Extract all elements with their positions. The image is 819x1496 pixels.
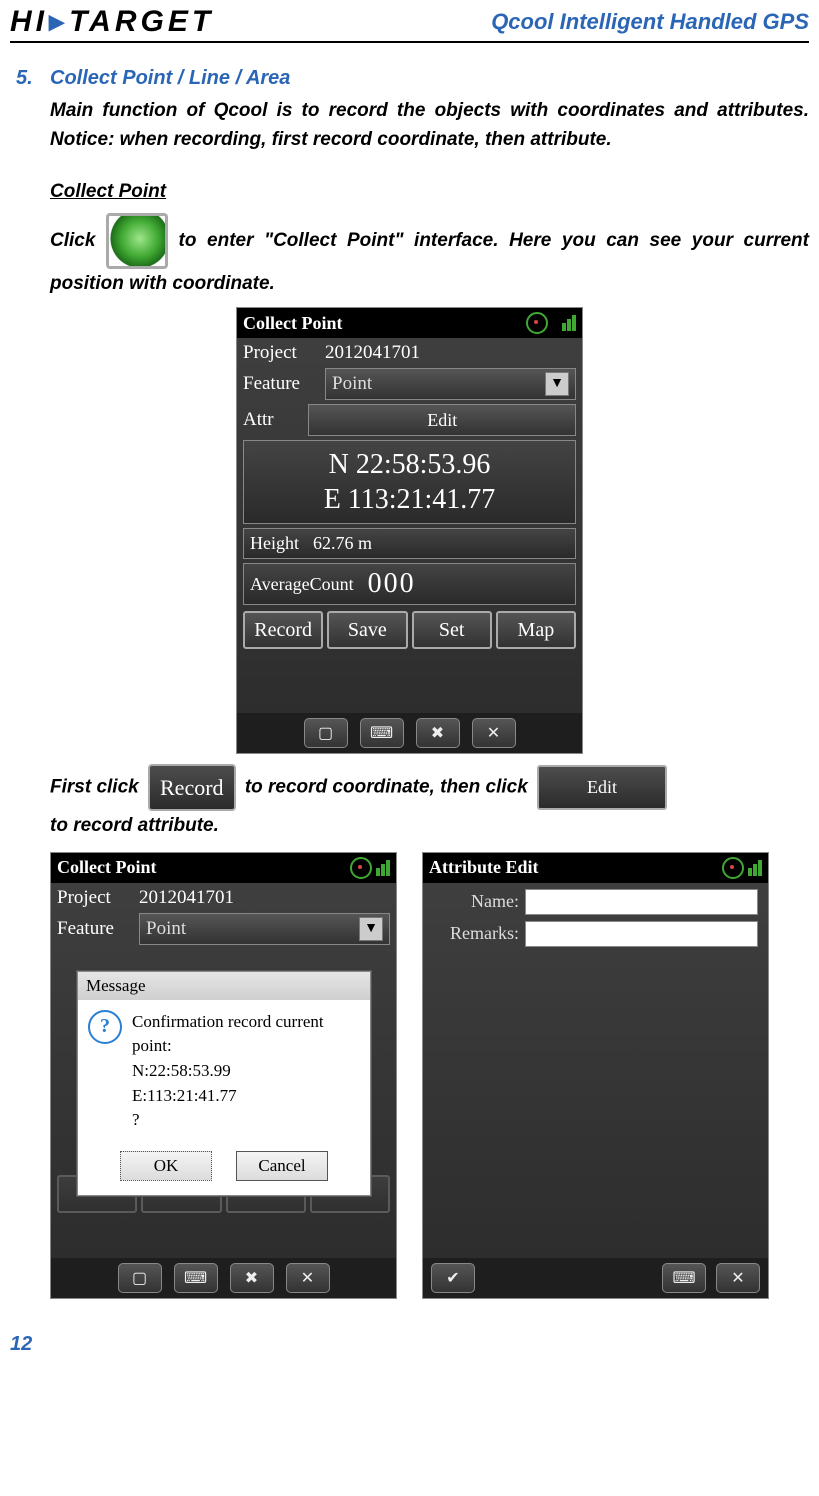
screenshot-confirm-dialog: Collect Point Project 2012041701 Feature… (50, 852, 397, 1299)
toolbar-tools-icon[interactable]: ✖ (416, 718, 460, 748)
toolbar-tools-icon[interactable]: ✖ (230, 1263, 274, 1293)
remarks-input[interactable] (525, 921, 758, 947)
height-panel: Height 62.76 m (243, 528, 576, 559)
project-value: 2012041701 (325, 342, 576, 364)
status-bar: Collect Point 8 (237, 308, 582, 338)
text: Click (50, 230, 106, 251)
signal-bars-icon (562, 315, 576, 331)
attr-edit-button[interactable]: Edit (308, 404, 576, 436)
dialog-ok-button[interactable]: OK (120, 1151, 212, 1181)
screenshot-attribute-edit: Attribute Edit Name: Remarks: ✔ ⌨ ✕ (422, 852, 769, 1299)
chevron-down-icon: ▼ (359, 917, 383, 941)
dlg-line: N:22:58:53.99 (132, 1059, 324, 1084)
height-label: Height (250, 533, 299, 554)
header-title: Qcool Intelligent Handled GPS (491, 9, 809, 35)
set-button[interactable]: Set (412, 611, 492, 649)
toolbar-app-icon[interactable]: ▢ (304, 718, 348, 748)
avg-label: AverageCount (250, 574, 354, 595)
coord-n: N 22:58:53.96 (244, 447, 575, 482)
page-header: HI ▸ TARGET Qcool Intelligent Handled GP… (10, 0, 809, 43)
signal-bars-icon (376, 860, 390, 876)
dialog-cancel-button[interactable]: Cancel (236, 1151, 328, 1181)
coordinate-panel: N 22:58:53.96 E 113:21:41.77 (243, 440, 576, 524)
record-instruction: First click Record to record coordinate,… (50, 764, 809, 842)
bottom-toolbar: ▢ ⌨ ✖ ✕ (51, 1258, 396, 1298)
name-label: Name: (433, 891, 525, 912)
toolbar-close-icon[interactable]: ✕ (286, 1263, 330, 1293)
toolbar-close-icon[interactable]: ✕ (716, 1263, 760, 1293)
message-dialog: Message ? Confirmation record current po… (77, 971, 371, 1196)
gps-status (722, 857, 762, 879)
bottom-toolbar: ▢ ⌨ ✖ ✕ (237, 713, 582, 753)
screen-title: Attribute Edit (429, 857, 539, 878)
dialog-title: Message (78, 972, 370, 1000)
toolbar-keyboard-icon[interactable]: ⌨ (360, 718, 404, 748)
feature-value: Point (332, 373, 372, 395)
record-button[interactable]: Record (243, 611, 323, 649)
question-icon: ? (88, 1010, 122, 1044)
target-icon (722, 857, 744, 879)
logo-left: HI (10, 5, 48, 39)
avg-value: 000 (368, 568, 416, 600)
feature-value: Point (146, 918, 186, 940)
feature-label: Feature (57, 918, 139, 940)
target-icon (526, 312, 548, 334)
avg-panel: AverageCount 000 (243, 563, 576, 605)
confirm-check-icon[interactable]: ✔ (431, 1263, 475, 1293)
sub-heading-collect-point: Collect Point (50, 181, 809, 203)
remarks-label: Remarks: (433, 923, 525, 944)
chevron-down-icon: ▼ (545, 372, 569, 396)
gps-status (350, 857, 390, 879)
dlg-line: Confirmation record current (132, 1010, 324, 1035)
coord-e: E 113:21:41.77 (244, 482, 575, 517)
project-value: 2012041701 (139, 887, 390, 909)
text: to record attribute. (50, 815, 219, 836)
record-button-inline: Record (148, 764, 236, 811)
project-label: Project (57, 887, 139, 909)
map-button[interactable]: Map (496, 611, 576, 649)
project-label: Project (243, 342, 325, 364)
bottom-toolbar: ✔ ⌨ ✕ (423, 1258, 768, 1298)
page-number: 12 (10, 1333, 809, 1356)
dialog-message: Confirmation record current point: N:22:… (132, 1010, 324, 1133)
section-heading: 5. Collect Point / Line / Area (16, 67, 809, 90)
status-bar: Collect Point (51, 853, 396, 883)
globe-icon (106, 213, 168, 269)
text: to record coordinate, then click (245, 777, 533, 798)
screenshot-collect-point: Collect Point 8 Project 2012041701 Featu… (236, 307, 583, 754)
dlg-line: point: (132, 1034, 324, 1059)
toolbar-close-icon[interactable]: ✕ (472, 718, 516, 748)
save-button[interactable]: Save (327, 611, 407, 649)
gps-status: 8 (526, 312, 576, 334)
text: First click (50, 777, 144, 798)
toolbar-keyboard-icon[interactable]: ⌨ (662, 1263, 706, 1293)
logo-right: TARGET (69, 5, 214, 39)
section-title: Collect Point / Line / Area (50, 67, 290, 90)
signal-bars-icon (748, 860, 762, 876)
attr-label: Attr (243, 409, 308, 431)
feature-dropdown[interactable]: Point ▼ (325, 368, 576, 400)
toolbar-keyboard-icon[interactable]: ⌨ (174, 1263, 218, 1293)
sat-top: 8 (552, 315, 558, 329)
feature-label: Feature (243, 373, 325, 395)
logo-arrow-icon: ▸ (49, 4, 68, 39)
dlg-line: ? (132, 1108, 324, 1133)
edit-button-inline: Edit (537, 765, 667, 810)
screen-title: Collect Point (243, 313, 342, 334)
status-bar: Attribute Edit (423, 853, 768, 883)
screen-title: Collect Point (57, 857, 156, 878)
click-instruction: Click to enter "Collect Point" interface… (50, 213, 809, 299)
dlg-line: E:113:21:41.77 (132, 1084, 324, 1109)
toolbar-app-icon[interactable]: ▢ (118, 1263, 162, 1293)
feature-dropdown[interactable]: Point ▼ (139, 913, 390, 945)
brand-logo: HI ▸ TARGET (10, 4, 214, 39)
name-input[interactable] (525, 889, 758, 915)
height-value: 62.76 m (313, 533, 372, 554)
target-icon (350, 857, 372, 879)
section-number: 5. (16, 67, 50, 90)
intro-paragraph: Main function of Qcool is to record the … (50, 96, 809, 155)
